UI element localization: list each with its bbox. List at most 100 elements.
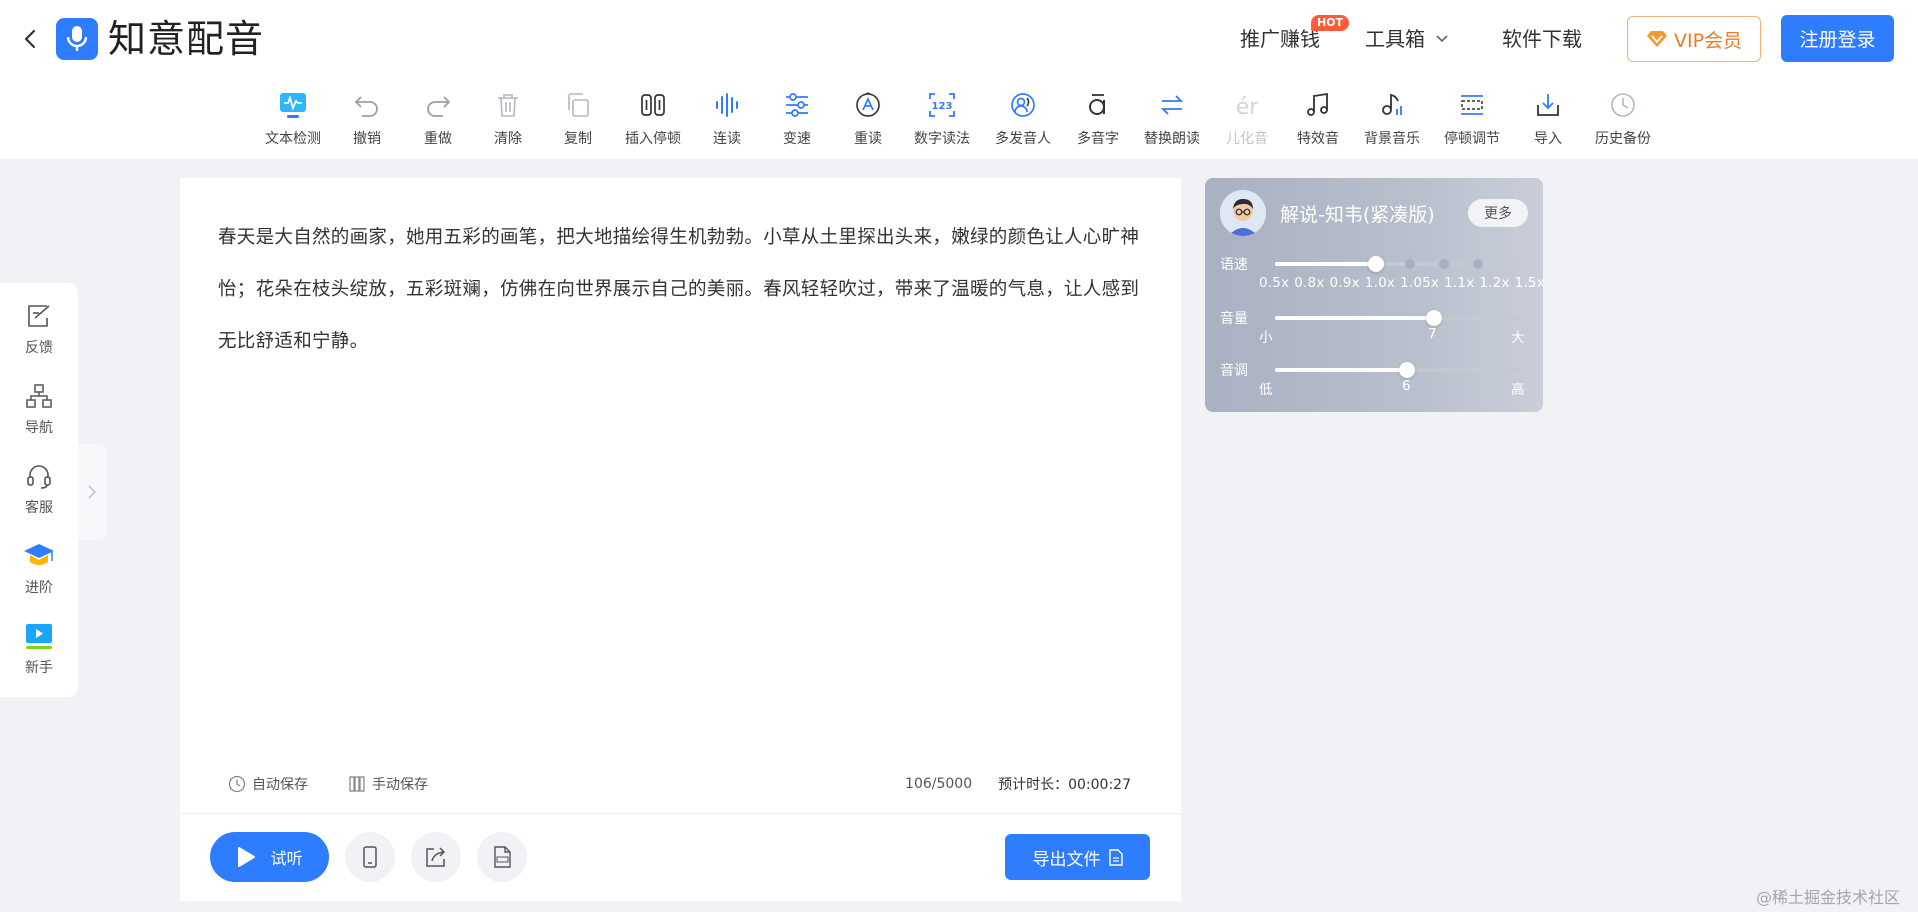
- sidebar-item-label: 新手: [25, 660, 53, 676]
- speed-tick[interactable]: 1.0x: [1365, 275, 1395, 291]
- tool-label: 撤销: [353, 131, 381, 147]
- nav-toolbox-label: 工具箱: [1365, 27, 1425, 51]
- nav-toolbox[interactable]: 工具箱: [1365, 26, 1449, 52]
- polyphone-icon: [1081, 88, 1115, 122]
- text-check-icon: [276, 88, 310, 122]
- tool-liaison[interactable]: 连读: [690, 88, 764, 148]
- speed-ticks: 0.5x 0.8x 0.9x 1.0x 1.05x 1.1x 1.2x 1.5x: [1259, 275, 1550, 291]
- sidebar-item-advanced[interactable]: 进阶: [0, 539, 78, 597]
- pitch-slider[interactable]: [1275, 362, 1518, 378]
- tool-stress[interactable]: 重读: [831, 88, 905, 148]
- tool-label: 复制: [564, 131, 592, 147]
- play-label: 试听: [270, 849, 303, 868]
- speed-tick[interactable]: 1.2x: [1479, 275, 1509, 291]
- tool-undo[interactable]: 撤销: [330, 88, 404, 148]
- document-icon: [1108, 848, 1123, 866]
- speed-tick[interactable]: 1.05x: [1400, 275, 1439, 291]
- speed-stop: [1405, 259, 1415, 269]
- replace-reading-icon: [1155, 88, 1189, 122]
- auto-save-option[interactable]: 自动保存: [228, 774, 308, 794]
- sidebar-item-label: 反馈: [25, 340, 53, 356]
- speed-sliders-icon: [780, 88, 814, 122]
- video-play-icon: [22, 619, 56, 653]
- import-icon: [1531, 88, 1565, 122]
- tool-sound-effect[interactable]: 特效音: [1281, 88, 1355, 148]
- tool-multi-speaker[interactable]: 多发音人: [986, 88, 1060, 148]
- pitch-value: 6: [1402, 378, 1411, 394]
- speed-tick[interactable]: 0.5x: [1259, 275, 1289, 291]
- share-button[interactable]: [411, 832, 461, 882]
- app-name: 知意配音: [108, 17, 265, 61]
- speed-slider[interactable]: [1275, 256, 1518, 272]
- tool-label: 背景音乐: [1364, 131, 1420, 147]
- tool-copy[interactable]: 复制: [541, 88, 615, 148]
- tool-er-sound[interactable]: ér 儿化音: [1210, 88, 1284, 148]
- microphone-icon: [66, 26, 88, 51]
- pitch-slider-fill: [1275, 368, 1407, 372]
- pitch-max-label: 高: [1511, 382, 1525, 398]
- volume-min-label: 小: [1259, 330, 1273, 346]
- watermark: @稀土掘金技术社区: [1755, 888, 1900, 907]
- chevron-right-icon: [88, 485, 97, 499]
- sidebar-item-beginner[interactable]: 新手: [0, 619, 78, 677]
- stress-icon: [851, 88, 885, 122]
- tool-redo[interactable]: 重做: [401, 88, 475, 148]
- undo-icon: [350, 88, 384, 122]
- volume-slider-fill: [1275, 316, 1434, 320]
- speed-tick[interactable]: 0.8x: [1294, 275, 1324, 291]
- divider: [180, 813, 1181, 814]
- editor-textarea[interactable]: 春天是大自然的画家，她用五彩的画笔，把大地描绘得生机勃勃。小草从土里探出头来，嫩…: [218, 212, 1148, 368]
- sidebar-item-label: 导航: [25, 420, 53, 436]
- sidebar-item-feedback[interactable]: 反馈: [0, 299, 78, 357]
- pitch-min-label: 低: [1259, 382, 1273, 398]
- tool-import[interactable]: 导入: [1511, 88, 1585, 148]
- tool-replace-reading[interactable]: 替换朗读: [1135, 88, 1209, 148]
- tool-label: 停顿调节: [1444, 131, 1500, 147]
- more-voices-button[interactable]: 更多: [1468, 199, 1528, 227]
- nav-promo[interactable]: 推广赚钱: [1240, 26, 1320, 52]
- mobile-preview-button[interactable]: [345, 832, 395, 882]
- tool-label: 特效音: [1297, 131, 1339, 147]
- estimated-duration: 预计时长：00:00:27: [998, 777, 1131, 793]
- vip-button[interactable]: VIP会员: [1627, 16, 1761, 62]
- volume-slider-thumb[interactable]: [1426, 310, 1442, 326]
- speed-stop: [1473, 259, 1483, 269]
- pdf-export-button[interactable]: [477, 832, 527, 882]
- volume-slider[interactable]: [1275, 310, 1518, 326]
- music-note-icon: [1301, 88, 1335, 122]
- tool-bgm[interactable]: 背景音乐: [1355, 88, 1429, 148]
- trash-icon: [491, 88, 525, 122]
- tool-clear[interactable]: 清除: [471, 88, 545, 148]
- speed-tick[interactable]: 0.9x: [1330, 275, 1360, 291]
- voice-avatar[interactable]: [1220, 190, 1266, 236]
- er-sound-icon: ér: [1230, 88, 1264, 122]
- tool-text-check[interactable]: 文本检测: [256, 88, 330, 148]
- tool-history[interactable]: 历史备份: [1586, 88, 1660, 148]
- speed-tick[interactable]: 1.5x: [1515, 275, 1545, 291]
- sidebar-item-label: 进阶: [25, 580, 53, 596]
- pitch-slider-thumb[interactable]: [1399, 362, 1415, 378]
- speed-slider-thumb[interactable]: [1368, 256, 1384, 272]
- sidebar-item-navigation[interactable]: 导航: [0, 379, 78, 437]
- top-header: 知意配音 推广赚钱 HOT 工具箱 软件下载 VIP会员 注册登录: [0, 0, 1918, 78]
- tool-pause-adjust[interactable]: 停顿调节: [1435, 88, 1509, 148]
- back-button[interactable]: [20, 24, 40, 54]
- sidebar-item-support[interactable]: 客服: [0, 459, 78, 517]
- manual-save-option[interactable]: 手动保存: [348, 774, 428, 794]
- redo-icon: [421, 88, 455, 122]
- tool-number-reading[interactable]: 123 数字读法: [905, 88, 979, 148]
- login-button[interactable]: 注册登录: [1781, 15, 1894, 62]
- tool-insert-pause[interactable]: 插入停顿: [616, 88, 690, 148]
- sidebar-expand-handle[interactable]: [78, 444, 106, 540]
- text-stats: 106/5000 预计时长：00:00:27: [905, 774, 1131, 794]
- speed-slider-fill: [1275, 262, 1376, 266]
- tool-speed[interactable]: 变速: [760, 88, 834, 148]
- speed-tick[interactable]: 1.1x: [1444, 275, 1474, 291]
- editor-toolbar: 文本检测 撤销 重做 清除 复制 插入停顿 连读 变速 重读 123 数字读法 …: [0, 78, 1918, 159]
- export-file-button[interactable]: 导出文件: [1005, 834, 1150, 880]
- nav-download[interactable]: 软件下载: [1502, 26, 1582, 52]
- tool-label: 替换朗读: [1144, 131, 1200, 147]
- tool-polyphone[interactable]: 多音字: [1061, 88, 1135, 148]
- tool-label: 重读: [854, 131, 882, 147]
- preview-play-button[interactable]: 试听: [210, 832, 329, 882]
